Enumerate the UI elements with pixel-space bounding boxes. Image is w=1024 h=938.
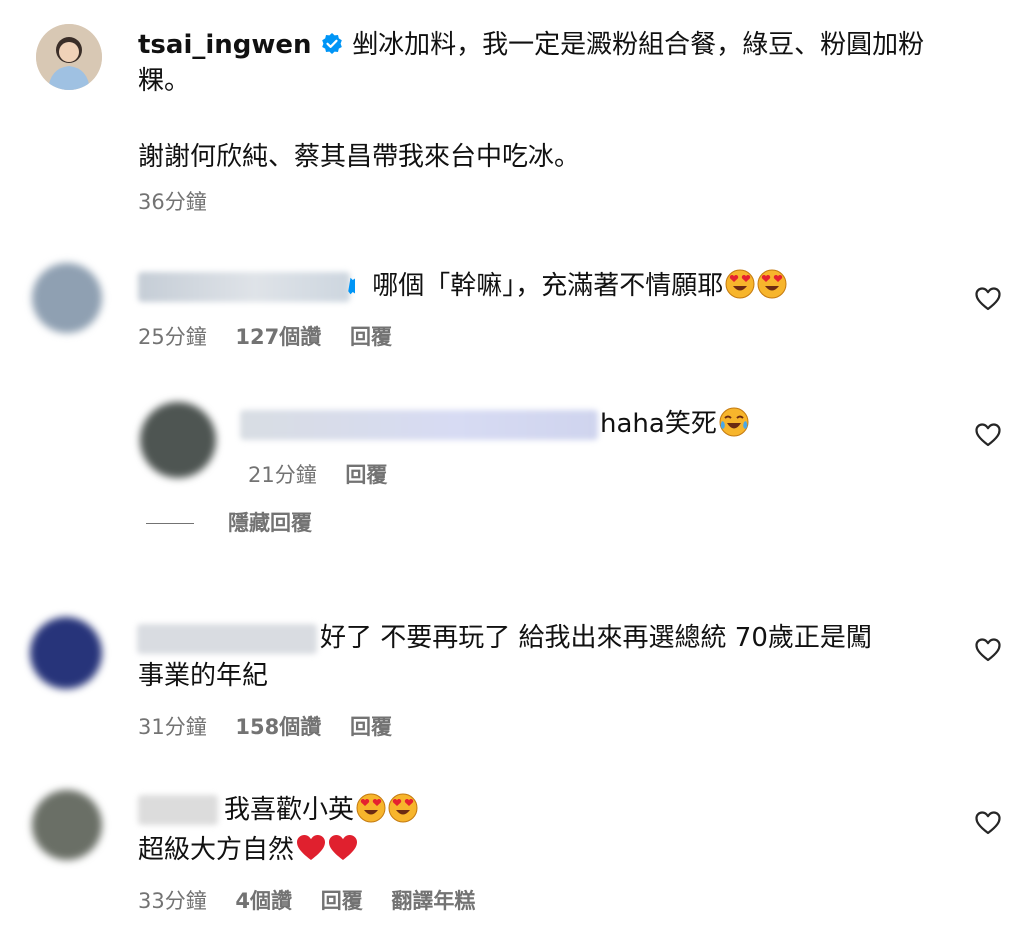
- comment-1-likes[interactable]: 127個讚: [235, 325, 321, 349]
- post-timestamp: 36分鐘: [138, 190, 207, 214]
- post-caption-line2: 粿。: [138, 66, 191, 96]
- comment-1-reply-button[interactable]: 回覆: [350, 325, 392, 349]
- comment-3-time: 31分鐘: [138, 715, 207, 739]
- comment-1-time: 25分鐘: [138, 325, 207, 349]
- post-author-username[interactable]: tsai_ingwen: [138, 30, 312, 60]
- comment-3-reply-button[interactable]: 回覆: [350, 715, 392, 739]
- comment-2-username-redacted[interactable]: [240, 410, 598, 440]
- comment-3-meta: 31分鐘 158個讚 回覆: [138, 713, 392, 741]
- heart-eyes-emoji-icon: [388, 793, 418, 823]
- comment-2-text-row: haha笑死: [600, 406, 749, 442]
- comment-4-like-icon[interactable]: [974, 809, 1002, 837]
- comment-4-text-row1: 我喜歡小英: [224, 792, 418, 828]
- comment-3-text-line2: 事業的年紀: [138, 661, 269, 691]
- comment-4-meta: 33分鐘 4個讚 回覆 翻譯年糕: [138, 887, 475, 915]
- comment-2-reply-button[interactable]: 回覆: [345, 463, 387, 487]
- comment-3-text-line1: 好了 不要再玩了 給我出來再選總統 70歲正是闖: [320, 623, 872, 653]
- comment-2-meta: 21分鐘 回覆: [248, 461, 387, 489]
- post-caption-line3: 謝謝何欣純、蔡其昌帶我來台中吃冰。: [138, 142, 581, 172]
- hide-replies-button[interactable]: 隱藏回覆: [228, 509, 312, 537]
- verified-badge-icon: [348, 277, 355, 295]
- comment-4-avatar[interactable]: [32, 790, 102, 860]
- comment-2-like-icon[interactable]: [974, 421, 1002, 449]
- tears-of-joy-emoji-icon: [719, 407, 749, 437]
- comment-4-text-row2: 超級大方自然: [138, 832, 358, 868]
- comment-1-username-redacted[interactable]: [138, 272, 350, 302]
- red-heart-emoji-icon: [297, 835, 326, 860]
- comment-4-likes[interactable]: 4個讚: [235, 889, 292, 913]
- heart-eyes-emoji-icon: [356, 793, 386, 823]
- comment-4-text-line2: 超級大方自然: [138, 835, 295, 865]
- comment-4-reply-button[interactable]: 回覆: [321, 889, 363, 913]
- comment-1-like-icon[interactable]: [974, 285, 1002, 313]
- post-caption-line1: tsai_ingwen 剉冰加料，我一定是澱粉組合餐，綠豆、粉圓加粉: [138, 27, 924, 63]
- comment-1-text: 哪個「幹嘛」，充滿著不情願耶: [372, 271, 724, 301]
- comment-4-username-redacted[interactable]: [138, 795, 218, 825]
- comment-2-text: haha笑死: [600, 409, 717, 439]
- heart-eyes-emoji-icon: [757, 269, 787, 299]
- comment-1-meta: 25分鐘 127個讚 回覆: [138, 323, 392, 351]
- comment-2-time: 21分鐘: [248, 463, 317, 487]
- comment-3-likes[interactable]: 158個讚: [235, 715, 321, 739]
- instagram-comments-screen: { "post": { "username": "tsai_ingwen", "…: [0, 0, 1024, 938]
- comment-1-text-row: 哪個「幹嘛」，充滿著不情願耶: [346, 268, 787, 304]
- red-heart-emoji-icon: [329, 835, 358, 860]
- comment-4-translate-button[interactable]: 翻譯年糕: [391, 889, 475, 913]
- comment-1-avatar[interactable]: [32, 263, 102, 333]
- comment-3-like-icon[interactable]: [974, 636, 1002, 664]
- verified-badge-icon: [322, 33, 342, 54]
- post-caption-text: 剉冰加料，我一定是澱粉組合餐，綠豆、粉圓加粉: [352, 30, 925, 60]
- comment-4-text-line1: 我喜歡小英: [224, 795, 355, 825]
- comment-2-avatar[interactable]: [140, 402, 216, 478]
- post-author-avatar[interactable]: [36, 24, 102, 90]
- comment-3-username-redacted[interactable]: [137, 624, 317, 654]
- comment-4-time: 33分鐘: [138, 889, 207, 913]
- hide-replies-divider: [146, 523, 194, 524]
- heart-eyes-emoji-icon: [725, 269, 755, 299]
- comment-3-avatar[interactable]: [30, 617, 102, 689]
